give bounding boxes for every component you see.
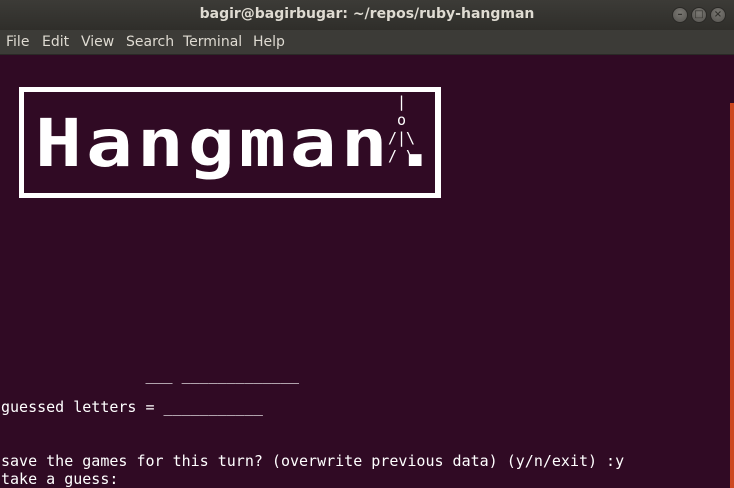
guessed-letters-line: guessed letters = ___________ <box>1 398 263 416</box>
terminal-window: bagir@bagirbugar: ~/repos/ruby-hangman –… <box>0 0 734 488</box>
menu-edit[interactable]: Edit <box>42 34 69 50</box>
maximize-button[interactable]: □ <box>691 7 707 23</box>
title-bar[interactable]: bagir@bagirbugar: ~/repos/ruby-hangman –… <box>0 0 734 30</box>
menu-search[interactable]: Search <box>126 34 174 50</box>
hangman-logo-text: Hangman. <box>35 105 443 183</box>
minimize-icon: – <box>677 9 683 20</box>
close-button[interactable]: × <box>710 7 726 23</box>
menu-help[interactable]: Help <box>253 34 285 50</box>
maximize-icon: □ <box>694 9 704 20</box>
terminal-output[interactable]: Hangman. | o /|\ / \ ___ _____________ g… <box>0 55 734 488</box>
menu-bar: File Edit View Search Terminal Help <box>0 30 734 55</box>
menu-file[interactable]: File <box>6 34 29 50</box>
scrollbar[interactable] <box>730 103 734 488</box>
window-title: bagir@bagirbugar: ~/repos/ruby-hangman <box>199 6 535 22</box>
menu-terminal[interactable]: Terminal <box>183 34 242 50</box>
take-guess-prompt[interactable]: take a guess: <box>1 470 118 488</box>
hidden-word-line: ___ _____________ <box>1 366 300 384</box>
gallows-ascii-art: | o /|\ / \ <box>388 93 416 165</box>
save-prompt-line: save the games for this turn? (overwrite… <box>1 452 625 470</box>
menu-view[interactable]: View <box>81 34 114 50</box>
minimize-button[interactable]: – <box>672 7 688 23</box>
close-icon: × <box>713 9 723 20</box>
